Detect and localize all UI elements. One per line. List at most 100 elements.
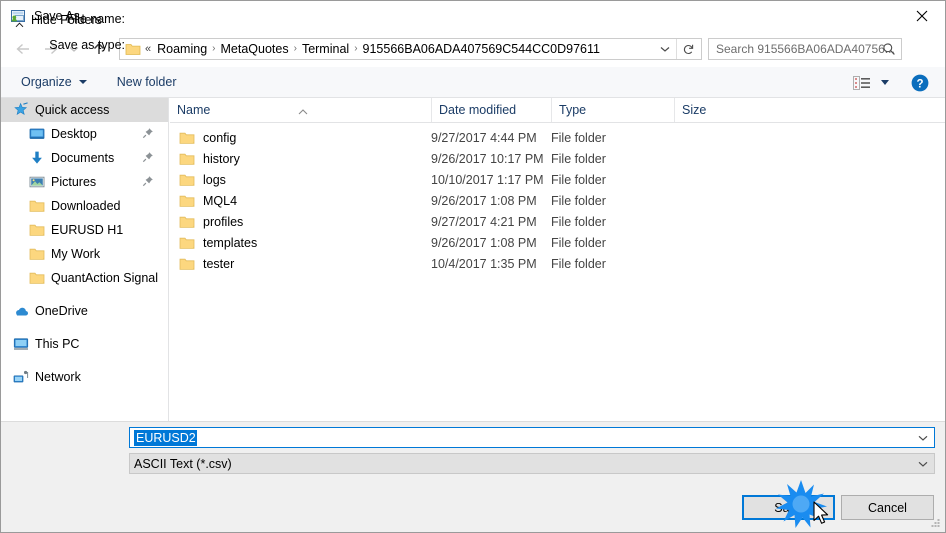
breadcrumb-item-roaming[interactable]: Roaming [153, 39, 211, 59]
address-bar[interactable]: « Roaming › MetaQuotes › Terminal › 9155… [119, 38, 702, 60]
sidebar-item-label: Desktop [51, 127, 97, 141]
table-row[interactable]: profiles 9/27/2017 4:21 PM File folder [170, 211, 945, 232]
view-options-caret-icon[interactable] [881, 80, 889, 85]
star-pin-icon [13, 102, 29, 118]
column-header-label: Size [682, 103, 707, 117]
column-header-type[interactable]: Type [551, 98, 674, 122]
sidebar-item-onedrive[interactable]: OneDrive [1, 299, 168, 323]
sidebar-item-quick-access[interactable]: Quick access [1, 98, 168, 122]
save-as-type-select[interactable]: ASCII Text (*.csv) [129, 453, 935, 474]
type-cell: File folder [551, 172, 606, 187]
help-button[interactable]: ? [911, 74, 929, 92]
file-name-label: config [203, 130, 237, 145]
new-folder-button[interactable]: New folder [111, 71, 183, 93]
save-button[interactable]: Save [742, 495, 835, 520]
file-name-cell: tester [179, 253, 234, 274]
sidebar-item-this-pc[interactable]: This PC [1, 332, 168, 356]
folder-icon [179, 194, 195, 208]
folder-icon [179, 173, 195, 187]
organize-label: Organize [21, 75, 72, 89]
folder-icon [179, 257, 195, 271]
file-name-cell: templates [179, 232, 257, 253]
chevron-down-icon [918, 461, 928, 467]
file-name-dropdown-button[interactable] [917, 428, 929, 447]
breadcrumb-item-terminal[interactable]: Terminal [298, 39, 353, 59]
file-name-cell: MQL4 [179, 190, 237, 211]
file-name-cell: logs [179, 169, 226, 190]
pin-icon[interactable] [142, 151, 154, 163]
file-list[interactable]: Name Date modified Type Size config 9/27… [170, 98, 945, 421]
close-icon [916, 10, 928, 22]
folder-icon [29, 222, 45, 238]
table-row[interactable]: config 9/27/2017 4:44 PM File folder [170, 127, 945, 148]
folder-icon [179, 236, 195, 250]
type-cell: File folder [551, 193, 606, 208]
view-layout-icon[interactable] [851, 73, 873, 93]
sidebar-item-label: This PC [35, 337, 80, 351]
help-icon: ? [911, 74, 929, 91]
table-row[interactable]: templates 9/26/2017 1:08 PM File folder [170, 232, 945, 253]
refresh-button[interactable] [676, 39, 699, 59]
file-name-input[interactable]: EURUSD2 [129, 427, 935, 448]
organize-button[interactable]: Organize [15, 71, 93, 93]
breadcrumb-item-current[interactable]: 915566BA06ADA407569C544CC0D97611 [359, 39, 604, 59]
sidebar-item-my-work[interactable]: My Work [1, 242, 168, 266]
sidebar-item-quantaction-signal[interactable]: QuantAction Signal [1, 266, 168, 290]
file-rows-container: config 9/27/2017 4:44 PM File folder his… [170, 123, 945, 274]
cancel-button[interactable]: Cancel [841, 495, 934, 520]
sidebar-item-downloaded[interactable]: Downloaded [1, 194, 168, 218]
column-header-date-modified[interactable]: Date modified [431, 98, 551, 122]
date-modified-cell: 9/26/2017 1:08 PM [431, 235, 537, 250]
search-icon[interactable] [881, 41, 897, 57]
refresh-icon [683, 44, 693, 54]
file-name-value: EURUSD2 [134, 429, 197, 446]
hide-folders-button[interactable]: Hide Folders [15, 13, 102, 28]
date-modified-cell: 9/26/2017 10:17 PM [431, 151, 544, 166]
column-header-label: Name [177, 103, 211, 117]
svg-text:?: ? [916, 78, 923, 90]
table-row[interactable]: tester 10/4/2017 1:35 PM File folder [170, 253, 945, 274]
sidebar-item-network[interactable]: Network [1, 365, 168, 389]
column-header-label: Date modified [439, 103, 517, 117]
column-header-size[interactable]: Size [674, 98, 753, 122]
file-name-label: logs [203, 172, 226, 187]
file-name-cell: config [179, 127, 236, 148]
sidebar-item-pictures[interactable]: Pictures [1, 170, 168, 194]
file-name-cell: profiles [179, 211, 243, 232]
chevron-down-icon [660, 47, 670, 52]
table-row[interactable]: logs 10/10/2017 1:17 PM File folder [170, 169, 945, 190]
search-placeholder: Search 915566BA06ADA40756... [716, 42, 895, 56]
sidebar-item-eurusd-h1[interactable]: EURUSD H1 [1, 218, 168, 242]
table-row[interactable]: MQL4 9/26/2017 1:08 PM File folder [170, 190, 945, 211]
sidebar-item-label: EURUSD H1 [51, 223, 124, 237]
folder-icon [29, 270, 45, 286]
save-as-type-dropdown-button[interactable] [917, 454, 929, 473]
pin-icon[interactable] [142, 175, 154, 187]
folder-icon [125, 42, 141, 56]
resize-grip-icon[interactable] [929, 516, 942, 529]
navigation-sidebar[interactable]: Quick access Desktop Documents Pictures … [1, 98, 169, 421]
sidebar-item-label: QuantAction Signal [51, 271, 159, 285]
sidebar-item-label: Downloaded [51, 199, 121, 213]
sidebar-item-documents[interactable]: Documents [1, 146, 168, 170]
breadcrumb-overflow[interactable]: « [141, 39, 153, 59]
sidebar-item-label: Pictures [51, 175, 97, 189]
close-button[interactable] [899, 1, 945, 31]
folder-icon [29, 246, 45, 262]
new-folder-label: New folder [116, 75, 177, 89]
date-modified-cell: 10/4/2017 1:35 PM [431, 256, 537, 271]
sidebar-item-desktop[interactable]: Desktop [1, 122, 168, 146]
date-modified-cell: 10/10/2017 1:17 PM [431, 172, 544, 187]
search-input[interactable]: Search 915566BA06ADA40756... [708, 38, 902, 60]
folder-icon [29, 198, 45, 214]
breadcrumb-item-metaquotes[interactable]: MetaQuotes [217, 39, 293, 59]
type-cell: File folder [551, 214, 606, 229]
file-name-label: templates [203, 235, 258, 250]
address-dropdown-button[interactable] [655, 39, 675, 59]
documents-download-icon [29, 150, 45, 166]
pin-icon[interactable] [142, 127, 154, 139]
hide-folders-label: Hide Folders [31, 13, 102, 27]
file-name-label: tester [203, 256, 235, 271]
table-row[interactable]: history 9/26/2017 10:17 PM File folder [170, 148, 945, 169]
column-header-name[interactable]: Name [170, 98, 431, 122]
